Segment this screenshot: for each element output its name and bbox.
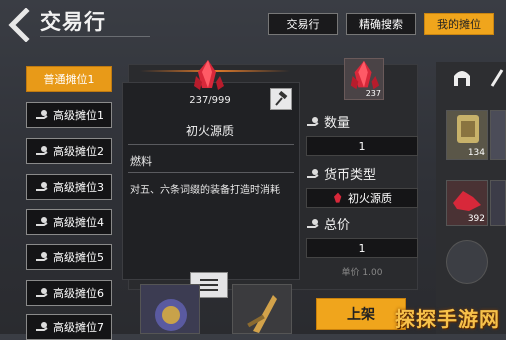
hand-coin-icon bbox=[36, 288, 48, 297]
hand-coin-icon bbox=[36, 252, 48, 261]
slot-count: 392 bbox=[467, 214, 485, 224]
currency-label: 货币类型 bbox=[306, 164, 376, 183]
weapon-filter-icon[interactable] bbox=[488, 66, 506, 88]
inventory-slot-crystal[interactable]: 392 bbox=[446, 180, 488, 226]
stall-item-advanced-2[interactable]: 高级摊位2 bbox=[26, 138, 112, 164]
page-title: 交易行 bbox=[40, 10, 106, 34]
item-description: 对五、六条词缀的装备打造时消耗 bbox=[130, 185, 280, 196]
stall-label: 普通摊位1 bbox=[43, 73, 95, 86]
gavel-icon[interactable] bbox=[270, 88, 292, 110]
watermark-logo: 探探手游网 bbox=[395, 307, 500, 331]
inventory-slot-card[interactable]: 134 bbox=[446, 110, 488, 160]
quantity-input[interactable]: 1 bbox=[306, 136, 418, 156]
hand-coin-icon bbox=[36, 217, 48, 226]
stall-label: 高级摊位7 bbox=[53, 321, 104, 334]
tab-exact-search[interactable]: 精确搜索 bbox=[346, 13, 416, 35]
stall-item-normal-1[interactable]: 普通摊位1 bbox=[26, 66, 112, 92]
hand-coin-icon bbox=[307, 168, 319, 178]
stall-item-advanced-7[interactable]: 高级摊位7 bbox=[26, 314, 112, 340]
currency-label-text: 货币类型 bbox=[324, 168, 377, 183]
tab-market[interactable]: 交易行 bbox=[268, 13, 338, 35]
stall-label: 高级摊位5 bbox=[53, 251, 104, 264]
slot-count: 237 bbox=[365, 89, 381, 98]
stall-label: 高级摊位3 bbox=[53, 181, 104, 194]
stall-label: 高级摊位6 bbox=[53, 287, 104, 300]
stall-item-advanced-1[interactable]: 高级摊位1 bbox=[26, 102, 112, 128]
listing-item-slot: 237 bbox=[344, 58, 384, 100]
hand-coin-icon bbox=[307, 218, 319, 228]
back-arrow-icon[interactable] bbox=[6, 7, 34, 43]
stall-item-advanced-5[interactable]: 高级摊位5 bbox=[26, 244, 112, 270]
inventory-item-sword[interactable] bbox=[232, 284, 292, 334]
title-divider bbox=[40, 36, 150, 40]
total-price-input[interactable]: 1 bbox=[306, 238, 418, 258]
hand-coin-icon bbox=[36, 146, 48, 155]
tab-my-stall[interactable]: 我的摊位 bbox=[424, 13, 494, 35]
unit-price: 单价 1.00 bbox=[341, 268, 383, 278]
hand-coin-icon bbox=[36, 322, 48, 331]
crystal-icon bbox=[334, 192, 342, 203]
item-count: 237/999 bbox=[189, 95, 231, 106]
quantity-label: 数量 bbox=[306, 112, 350, 131]
stall-label: 高级摊位4 bbox=[53, 216, 104, 229]
helmet-filter-icon[interactable] bbox=[448, 66, 476, 88]
stall-item-advanced-6[interactable]: 高级摊位6 bbox=[26, 280, 112, 306]
total-label: 总价 bbox=[306, 214, 350, 233]
hand-coin-icon bbox=[36, 182, 48, 191]
list-item-button[interactable]: 上架 bbox=[316, 298, 406, 330]
hand-coin-icon bbox=[36, 110, 48, 119]
inventory-slot-partial[interactable] bbox=[490, 110, 506, 160]
divider bbox=[128, 172, 294, 173]
currency-value: 初火源质 bbox=[348, 192, 392, 205]
inventory-item-helmet[interactable] bbox=[140, 284, 200, 334]
item-type: 燃料 bbox=[130, 155, 152, 168]
hand-coin-icon bbox=[307, 116, 319, 126]
stall-item-advanced-4[interactable]: 高级摊位4 bbox=[26, 209, 112, 235]
inventory-slot-orb[interactable] bbox=[446, 240, 488, 284]
currency-select[interactable]: 初火源质 bbox=[306, 188, 418, 208]
crystal-icon bbox=[190, 58, 226, 94]
item-name: 初火源质 bbox=[185, 124, 234, 138]
stall-label: 高级摊位1 bbox=[53, 109, 104, 122]
stall-label: 高级摊位2 bbox=[53, 145, 104, 158]
divider bbox=[128, 144, 294, 145]
quantity-label-text: 数量 bbox=[324, 116, 351, 131]
total-label-text: 总价 bbox=[324, 218, 351, 233]
stall-item-advanced-3[interactable]: 高级摊位3 bbox=[26, 174, 112, 200]
inventory-slot-partial[interactable] bbox=[490, 180, 506, 226]
slot-count: 134 bbox=[467, 148, 485, 158]
